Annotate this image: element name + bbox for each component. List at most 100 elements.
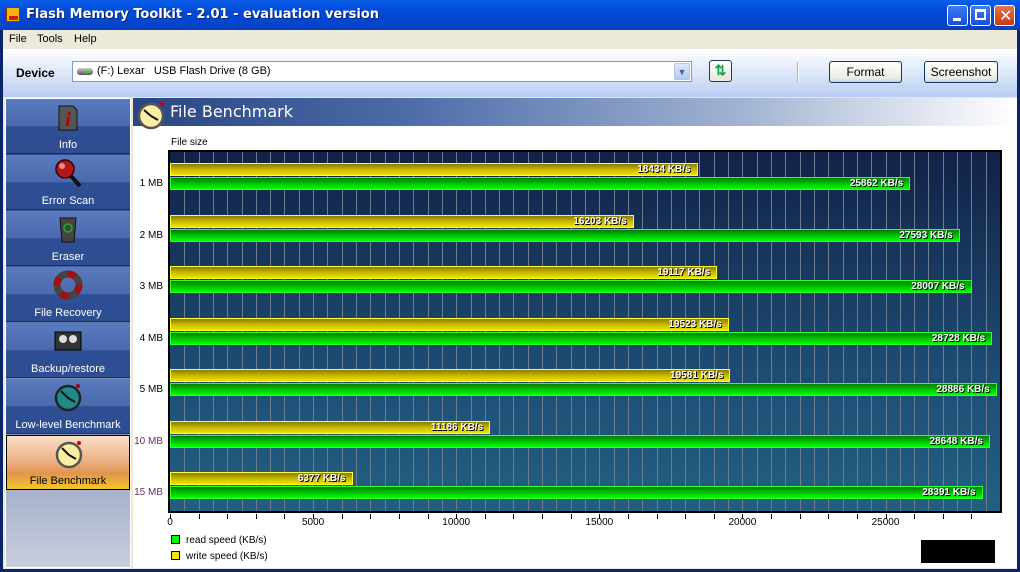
refresh-button[interactable]: ⇅	[709, 60, 732, 82]
bar-label: 28391 KB/s	[922, 487, 976, 498]
bar-label: 28728 KB/s	[931, 332, 986, 344]
sidebar-item-backup-restore[interactable]: Backup/restore	[6, 323, 130, 378]
category-label: 15 MB	[134, 487, 163, 498]
sidebar-item-file-recovery[interactable]: File Recovery	[6, 267, 130, 322]
x-tick	[627, 514, 629, 519]
sidebar-item-info[interactable]: i Info	[6, 99, 130, 154]
x-tick-label: 20000	[728, 517, 757, 528]
close-icon: ✕	[999, 6, 1013, 25]
category-label: 3 MB	[139, 281, 163, 292]
device-select[interactable]: (F:) Lexar USB Flash Drive (8 GB) ▼	[72, 61, 692, 82]
screenshot-button[interactable]: Screenshot	[924, 61, 998, 83]
category-label: 10 MB	[134, 435, 163, 447]
x-tick	[427, 514, 429, 519]
sidebar-item-label: File Recovery	[34, 307, 102, 319]
sidebar-item-file-benchmark[interactable]: File Benchmark	[6, 435, 130, 490]
drive-icon	[77, 68, 93, 75]
chart-plot-area: 18434 KB/s 25862 KB/s 16203 KB/s 27593 KB/s…	[168, 150, 1002, 513]
legend-label-read: read speed (KB/s)	[186, 535, 267, 546]
sidebar-item-low-level-benchmark[interactable]: Low-level Benchmark	[6, 379, 130, 434]
x-tick-label: 0	[167, 517, 173, 528]
bar-label: 28648 KB/s	[929, 435, 983, 447]
close-button[interactable]: ✕	[994, 5, 1015, 26]
bar-read: 27593 KB/s	[170, 228, 960, 242]
sidebar-item-error-scan[interactable]: Error Scan	[6, 155, 130, 210]
toolbar: Device (F:) Lexar USB Flash Drive (8 GB)…	[3, 49, 1017, 97]
bar-read: 28728 KB/s	[170, 331, 993, 345]
bar-label: 28886 KB/s	[936, 384, 990, 395]
category-label: 4 MB	[139, 332, 163, 344]
minimize-button[interactable]	[947, 5, 968, 26]
benchmark-panel: File Benchmark File size 18434 KB/s 25862…	[133, 98, 1017, 568]
title-bar: Flash Memory Toolkit - 2.01 - evaluation…	[0, 0, 1020, 30]
chevron-down-icon[interactable]: ▼	[674, 63, 690, 80]
bar-label: 27593 KB/s	[899, 229, 953, 241]
bar-label: 19523 KB/s	[668, 318, 722, 330]
legend-swatch-write	[171, 551, 180, 560]
x-tick-label: 25000	[871, 517, 900, 528]
x-tick	[971, 514, 973, 519]
maximize-button[interactable]	[970, 5, 991, 26]
sidebar-item-label: Low-level Benchmark	[15, 419, 121, 431]
x-tick-label: 15000	[585, 517, 614, 528]
bar-write: 19523 KB/s	[170, 317, 729, 331]
sidebar-item-label: Backup/restore	[31, 363, 105, 375]
info-icon: i	[58, 105, 78, 131]
refresh-icon: ⇅	[714, 62, 727, 78]
x-tick	[828, 514, 830, 519]
x-tick	[255, 514, 257, 519]
x-tick	[513, 514, 515, 519]
sidebar-item-label: Eraser	[51, 251, 85, 263]
bar-read: 28886 KB/s	[170, 383, 997, 396]
bar-label: 25862 KB/s	[849, 178, 904, 189]
x-tick	[227, 514, 229, 519]
sidebar-item-eraser[interactable]: Eraser	[6, 211, 130, 266]
main-window: File Tools Help Device (F:) Lexar USB Fl…	[3, 30, 1017, 569]
bar-label: 16203 KB/s	[573, 215, 627, 227]
format-button[interactable]: Format	[829, 61, 902, 83]
category-label: 1 MB	[139, 178, 163, 189]
bar-label: 28007 KB/s	[911, 281, 965, 292]
legend-swatch-read	[171, 535, 180, 544]
magnifier-icon	[55, 159, 82, 188]
status-box	[921, 540, 995, 563]
y-axis-label: File size	[171, 137, 208, 148]
menu-tools[interactable]: Tools	[37, 33, 63, 45]
bar-label: 19117 KB/s	[657, 267, 711, 278]
x-tick	[484, 514, 486, 519]
lifebuoy-icon	[53, 270, 83, 300]
bar-label: 6377 KB/s	[297, 473, 346, 484]
stopwatch-icon	[55, 441, 83, 469]
stopwatch-icon	[54, 384, 82, 412]
menu-bar: File Tools Help	[3, 30, 1017, 49]
legend-read: read speed (KB/s)	[171, 535, 267, 546]
bar-write: 11186 KB/s	[170, 420, 491, 434]
bar-write: 19117 KB/s	[170, 266, 718, 279]
sidebar: i Info Error Scan Eraser File Recovery B…	[5, 98, 131, 568]
bar-read: 28007 KB/s	[170, 280, 972, 293]
x-tick	[198, 514, 200, 519]
x-tick	[713, 514, 715, 519]
sidebar-item-label: Info	[58, 139, 78, 151]
legend-write: write speed (KB/s)	[171, 551, 268, 562]
category-label: 5 MB	[139, 384, 163, 395]
toolbar-separator	[797, 62, 799, 82]
x-tick	[771, 514, 773, 519]
device-label: Device	[16, 66, 55, 80]
x-tick	[542, 514, 544, 519]
x-tick	[570, 514, 572, 519]
panel-header: File Benchmark	[133, 98, 1017, 130]
menu-file[interactable]: File	[9, 33, 27, 45]
x-tick	[398, 514, 400, 519]
x-tick	[856, 514, 858, 519]
x-tick	[942, 514, 944, 519]
x-tick	[370, 514, 372, 519]
maximize-icon	[975, 9, 986, 20]
sidebar-item-label: File Benchmark	[29, 475, 107, 487]
bar-label: 11186 KB/s	[430, 421, 484, 433]
x-tick	[656, 514, 658, 519]
bar-label: 19581 KB/s	[670, 370, 724, 381]
bar-read: 28648 KB/s	[170, 434, 990, 448]
menu-help[interactable]: Help	[74, 33, 97, 45]
stopwatch-icon	[137, 102, 165, 130]
